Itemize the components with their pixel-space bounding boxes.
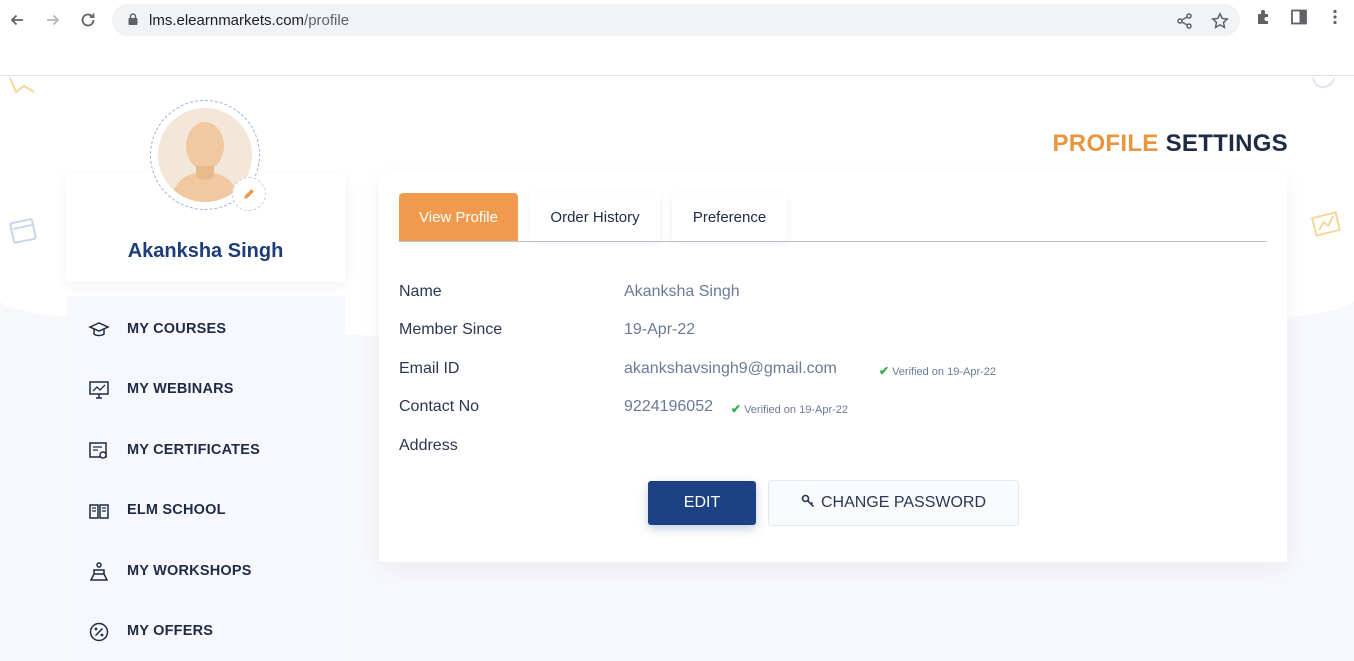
sidebar-item-label: MY CERTIFICATES [127,442,260,458]
page-title-main: SETTINGS [1158,130,1288,157]
address-row: Address [399,437,1267,461]
lock-icon [128,13,138,25]
sidebar-item-label: ELM SCHOOL [127,502,226,518]
url-text: lms.elearnmarkets.com/profile [149,12,350,29]
sidebar-item-label: MY COURSES [127,321,227,337]
back-arrow-icon[interactable] [5,8,29,32]
tab-preference[interactable]: Preference [672,193,787,241]
email-verified-text: Verified on 19-Apr-22 [892,366,997,378]
sidebar-item-label: MY WEBINARS [127,381,234,397]
webinar-screen-icon [89,381,109,399]
sidebar-menu: MY COURSES MY WEBINARS MY CERTIFICATES E… [66,296,345,661]
decorative-calendar-icon [9,218,37,244]
page-title: PROFILE SETTINGS [1053,130,1289,158]
email-value: akankshavsingh9@gmail.com [624,360,837,377]
pencil-icon [244,189,254,199]
more-menu-icon[interactable] [1326,8,1344,26]
member-since-label: Member Since [399,321,503,338]
contact-label: Contact No [399,398,480,415]
decorative-cloud-icon [1312,77,1335,89]
change-password-label: CHANGE PASSWORD [820,494,987,511]
decorative-sketch-icon [9,77,35,94]
edit-avatar-button[interactable] [232,177,266,211]
sidebar-item-my-courses[interactable]: MY COURSES [66,309,345,349]
tab-view-profile[interactable]: View Profile [399,193,518,241]
book-icon [89,504,109,519]
name-label: Name [399,283,442,300]
member-since-row: Member Since 19-Apr-22 [399,321,1267,345]
check-icon: ✔ [879,364,890,378]
name-value: Akanksha Singh [624,283,740,300]
contact-value: 9224196052 [624,398,713,415]
member-since-value: 19-Apr-22 [624,321,696,338]
sidebar-item-my-offers[interactable]: MY OFFERS [66,611,345,651]
certificate-icon [89,442,107,459]
address-bar[interactable]: lms.elearnmarkets.com/profile [112,4,1240,36]
sidebar-item-label: MY OFFERS [127,623,214,639]
percent-badge-icon [89,622,109,642]
sidebar-item-elm-school[interactable]: ELM SCHOOL [66,490,345,530]
email-row: Email ID akankshavsingh9@gmail.com ✔ Veri… [399,360,1267,384]
bookmark-star-icon[interactable] [1211,12,1229,30]
email-verified-badge: ✔ Verified on 19-Apr-22 [879,364,996,378]
change-password-button[interactable]: CHANGE PASSWORD [768,480,1019,526]
share-icon[interactable] [1176,12,1194,30]
browser-toolbar: lms.elearnmarkets.com/profile [0,0,1354,76]
tab-order-history[interactable]: Order History [530,193,660,241]
extensions-icon[interactable] [1255,8,1273,26]
address-label: Address [399,437,458,454]
side-panel-icon[interactable] [1290,8,1308,26]
decorative-chart-icon [1310,211,1342,237]
contact-verified-badge: ✔ Verified on 19-Apr-22 [731,402,848,416]
profile-tabs: View Profile Order History Preference [399,193,1267,242]
profile-details-card: View Profile Order History Preference Na… [379,173,1287,562]
sidebar-item-label: MY WORKSHOPS [127,563,252,579]
workshop-icon [89,562,109,581]
email-label: Email ID [399,360,460,377]
page-title-accent: PROFILE [1052,130,1159,157]
contact-verified-text: Verified on 19-Apr-22 [744,404,849,416]
forward-arrow-icon[interactable] [41,8,65,32]
key-icon [801,494,815,512]
graduation-cap-icon [88,322,110,337]
check-icon: ✔ [731,402,742,416]
user-name: Akanksha Singh [127,240,284,262]
sidebar-item-my-workshops[interactable]: MY WORKSHOPS [66,551,345,591]
edit-button[interactable]: EDIT [648,481,756,525]
sidebar-item-my-certificates[interactable]: MY CERTIFICATES [66,430,345,470]
sidebar-item-my-webinars[interactable]: MY WEBINARS [66,369,345,409]
name-row: Name Akanksha Singh [399,283,1267,307]
edit-button-label: EDIT [683,494,721,511]
reload-icon[interactable] [76,8,100,32]
contact-row: Contact No 9224196052 ✔ Verified on 19-Ap… [399,398,1267,422]
